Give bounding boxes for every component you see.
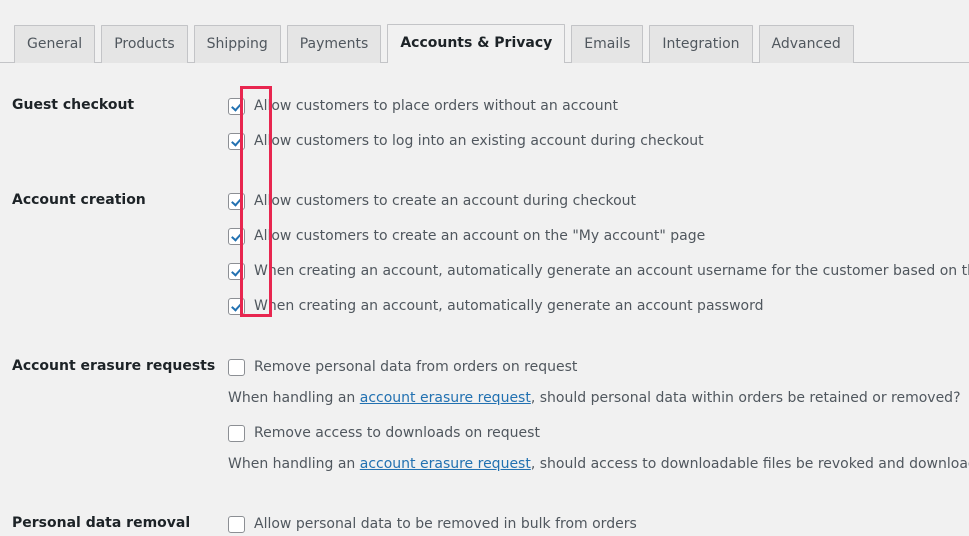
option-bulk-remove-personal-data[interactable]: Allow personal data to be removed in bul… (228, 513, 969, 535)
option-auto-generate-password[interactable]: When creating an account, automatically … (228, 295, 969, 317)
option-remove-personal-data-from-orders[interactable]: Remove personal data from orders on requ… (228, 356, 969, 378)
row-label-personal-data-removal: Personal data removal (12, 515, 191, 531)
option-label-auto-generate-password: When creating an account, automatically … (254, 298, 764, 314)
row-label-account-creation: Account creation (12, 192, 146, 208)
option-label-auto-generate-username: When creating an account, automatically … (254, 263, 969, 279)
tab-payments[interactable]: Payments (286, 25, 382, 63)
settings-tab-bar: General Products Shipping Payments Accou… (0, 0, 969, 63)
option-create-account-my-account-page[interactable]: Allow customers to create an account on … (228, 225, 969, 247)
option-auto-generate-username[interactable]: When creating an account, automatically … (228, 260, 969, 282)
row-fields-guest-checkout: Allow customers to place orders without … (228, 95, 969, 152)
tab-products[interactable]: Products (101, 25, 188, 63)
checkbox-remove-personal-data-from-orders[interactable] (228, 358, 245, 376)
tab-emails[interactable]: Emails (571, 25, 644, 63)
checkbox-bulk-remove-personal-data[interactable] (228, 515, 245, 533)
checkbox-auto-generate-username[interactable] (228, 262, 245, 280)
setting-row-account-creation: Account creation Allow customers to crea… (0, 190, 969, 317)
option-label-remove-access-to-downloads: Remove access to downloads on request (254, 425, 540, 441)
setting-row-guest-checkout: Guest checkout Allow customers to place … (0, 95, 969, 152)
description-orders-prefix: When handling an (228, 390, 360, 406)
row-fields-account-erasure-requests: Remove personal data from orders on requ… (228, 356, 969, 474)
option-allow-guest-orders[interactable]: Allow customers to place orders without … (228, 95, 969, 117)
checkbox-allow-login-during-checkout[interactable] (228, 132, 245, 150)
description-orders-erasure: When handling an account erasure request… (228, 388, 969, 408)
option-create-account-during-checkout[interactable]: Allow customers to create an account dur… (228, 190, 969, 212)
description-orders-suffix: , should personal data within orders be … (530, 390, 961, 406)
option-label-remove-personal-data-from-orders: Remove personal data from orders on requ… (254, 359, 578, 375)
option-label-bulk-remove-personal-data: Allow personal data to be removed in bul… (254, 516, 637, 532)
checkbox-create-account-my-account-page[interactable] (228, 227, 245, 245)
option-remove-access-to-downloads[interactable]: Remove access to downloads on request (228, 422, 969, 444)
option-label-create-account-during-checkout: Allow customers to create an account dur… (254, 193, 637, 209)
option-label-allow-login-during-checkout: Allow customers to log into an existing … (254, 133, 704, 149)
checkbox-remove-access-to-downloads[interactable] (228, 424, 245, 442)
checkbox-allow-guest-orders[interactable] (228, 97, 245, 115)
setting-row-account-erasure-requests: Account erasure requests Remove personal… (0, 356, 969, 474)
tab-integration[interactable]: Integration (649, 25, 753, 63)
description-downloads-erasure: When handling an account erasure request… (228, 454, 969, 474)
option-label-create-account-my-account-page: Allow customers to create an account on … (254, 228, 706, 244)
checkbox-auto-generate-password[interactable] (228, 297, 245, 315)
row-fields-personal-data-removal: Allow personal data to be removed in bul… (228, 513, 969, 535)
link-account-erasure-request-orders[interactable]: account erasure request (360, 390, 531, 406)
tab-shipping[interactable]: Shipping (193, 25, 281, 63)
accounts-privacy-settings-form: Guest checkout Allow customers to place … (0, 63, 969, 536)
tab-advanced[interactable]: Advanced (758, 25, 854, 63)
checkbox-create-account-during-checkout[interactable] (228, 192, 245, 210)
row-label-account-erasure-requests: Account erasure requests (12, 358, 216, 374)
option-allow-login-during-checkout[interactable]: Allow customers to log into an existing … (228, 130, 969, 152)
link-account-erasure-request-downloads[interactable]: account erasure request (360, 456, 531, 472)
tab-general[interactable]: General (14, 25, 96, 63)
option-label-allow-guest-orders: Allow customers to place orders without … (254, 98, 618, 114)
setting-row-personal-data-removal: Personal data removal Allow personal dat… (0, 513, 969, 535)
tab-accounts-and-privacy[interactable]: Accounts & Privacy (387, 24, 566, 63)
description-downloads-prefix: When handling an (228, 456, 360, 472)
row-label-guest-checkout: Guest checkout (12, 97, 135, 113)
row-fields-account-creation: Allow customers to create an account dur… (228, 190, 969, 317)
description-downloads-suffix: , should access to downloadable files be… (530, 456, 969, 472)
